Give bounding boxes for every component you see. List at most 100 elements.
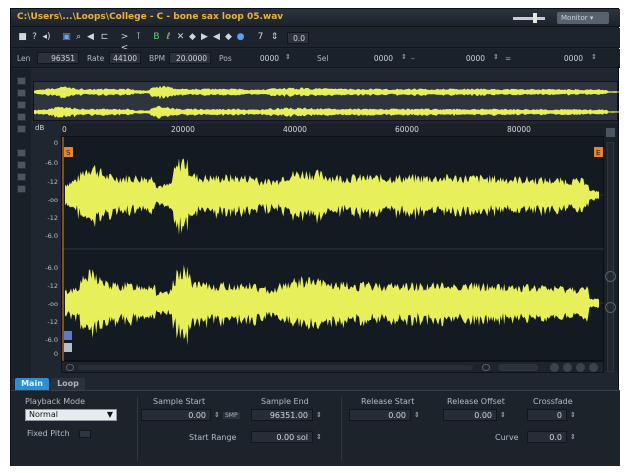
info-icon[interactable]: ● (235, 32, 246, 43)
db-label: -12 (47, 178, 58, 186)
zoom-reset-button[interactable] (606, 128, 615, 137)
sel-length-field[interactable]: 0000 (515, 52, 587, 64)
overview-waveform-top (34, 85, 619, 100)
bpm-field[interactable]: 20.0000 (169, 52, 211, 64)
playback-mode-value: Normal (29, 410, 58, 419)
sel-start-field[interactable]: 0000 (337, 52, 397, 64)
monitor-label: Monitor (561, 14, 588, 22)
horizontal-zoom-slider[interactable] (498, 364, 538, 371)
scroll-left-icon[interactable] (66, 364, 74, 371)
crossfade-spin[interactable]: ⇕ (570, 411, 576, 419)
cursor-icon[interactable]: ⊺ (133, 32, 144, 43)
curve-field[interactable]: 0.0 (527, 431, 567, 443)
tab-loop[interactable]: Loop (51, 378, 85, 390)
monitor-dropdown[interactable]: Monitor ▾ (557, 12, 609, 24)
tab-main[interactable]: Main (15, 378, 49, 390)
speaker-icon[interactable]: ◀ (85, 32, 96, 43)
waveform-channel-left (65, 158, 599, 235)
zoom-icon[interactable]: ⌕ (73, 32, 84, 43)
view-button-1[interactable] (17, 77, 26, 85)
pos-label: Pos (219, 54, 232, 63)
loop-right-icon[interactable]: ▶ (199, 32, 210, 43)
db-axis: 0 -6.0 -12 -oo -12 -6.0 -6.0 -12 -oo -12… (33, 136, 61, 361)
help-icon[interactable]: ? (29, 32, 40, 43)
bold-icon[interactable]: B (151, 32, 162, 43)
sel-label: Sel (317, 54, 329, 63)
playback-mode-select[interactable]: Normal ▼ (25, 409, 117, 421)
scroll-right-icon[interactable] (482, 364, 490, 371)
pos-field[interactable]: 0000 (237, 52, 283, 64)
sel-start-spin[interactable]: ⇕ (401, 53, 407, 61)
zoom-out-h-icon[interactable] (563, 363, 572, 372)
mark-right-icon[interactable]: ◆ (223, 32, 234, 43)
view-button-9[interactable] (17, 185, 26, 193)
counter-spin[interactable]: ⇕ (269, 32, 280, 43)
sample-end-field[interactable]: 96351.00 (251, 409, 313, 421)
sample-start-field[interactable]: 0.00 (141, 409, 211, 421)
release-offset-field[interactable]: 0.00 (443, 409, 497, 421)
volume-slider[interactable] (513, 17, 545, 20)
audition-icon[interactable]: ◂) (41, 32, 52, 43)
release-start-field[interactable]: 0.00 (349, 409, 411, 421)
loop-left-icon[interactable]: ◆ (187, 32, 198, 43)
split-icon[interactable]: >< (119, 32, 130, 53)
overview-waveform-bottom (34, 105, 619, 119)
sample-start-label: Sample Start (153, 397, 206, 406)
zoom-in-icon[interactable] (605, 271, 616, 282)
pos-spin[interactable]: ⇕ (285, 53, 291, 61)
select-icon[interactable]: ▣ (61, 32, 72, 43)
fixed-pitch-toggle[interactable] (79, 430, 91, 438)
horizontal-scrollbar[interactable] (61, 361, 604, 373)
divider (137, 397, 138, 461)
view-button-4[interactable] (17, 113, 26, 121)
chevron-down-icon: ▼ (106, 410, 113, 419)
sampler-window: C:\Users\...\Loops\College - C - bone sa… (10, 8, 620, 466)
zoom-out-icon[interactable] (605, 302, 616, 313)
start-range-label: Start Range (189, 433, 237, 442)
start-marker-label: S (66, 149, 71, 157)
release-start-label: Release Start (361, 397, 415, 406)
start-range-field[interactable]: 0.00 sol (251, 431, 313, 443)
sel-end-field[interactable]: 0000 (421, 52, 489, 64)
loop-marker[interactable] (64, 331, 72, 340)
zoom-fit-icon[interactable] (550, 363, 559, 372)
mark-left-icon[interactable]: ◀ (211, 32, 222, 43)
db-label: -6.0 (45, 232, 58, 240)
zoom-in-h-icon[interactable] (576, 363, 585, 372)
vertical-zoom-scrollbar[interactable] (607, 142, 614, 372)
sel-length-spin[interactable]: ⇕ (591, 53, 597, 61)
divider (341, 397, 342, 461)
sample-start-spin[interactable]: ⇕ (214, 411, 220, 419)
stop-icon[interactable]: ■ (17, 32, 28, 43)
delete-icon[interactable]: ✕ (175, 32, 186, 43)
sel-end-spin[interactable]: ⇕ (493, 53, 499, 61)
volume-slider-knob[interactable] (533, 13, 537, 23)
zoom-field[interactable]: 0.0 (287, 32, 309, 44)
view-button-8[interactable] (17, 173, 26, 181)
ruler-tick: 40000 (283, 125, 307, 134)
view-button-7[interactable] (17, 161, 26, 169)
ruler-tick: 20000 (171, 125, 195, 134)
scroll-thumb[interactable] (78, 365, 473, 370)
waveform-overview[interactable] (33, 81, 619, 121)
curve-spin[interactable]: ⇕ (570, 433, 576, 441)
crossfade-field[interactable]: 0 (527, 409, 567, 421)
db-label: -6.0 (45, 336, 58, 344)
loop-end-marker[interactable] (64, 343, 72, 352)
sample-end-spin[interactable]: ⇕ (316, 411, 322, 419)
edit-icon[interactable]: ℓ (163, 32, 174, 43)
crossfade-label: Crossfade (533, 397, 573, 406)
release-start-spin[interactable]: ⇕ (414, 411, 420, 419)
view-button-6[interactable] (17, 149, 26, 157)
view-button-2[interactable] (17, 89, 26, 97)
waveform-editor[interactable]: S E (61, 136, 605, 362)
release-offset-spin[interactable]: ⇕ (500, 411, 506, 419)
sample-ruler[interactable]: 0 20000 40000 60000 80000 (61, 124, 604, 136)
view-button-5[interactable] (17, 125, 26, 133)
zoom-all-icon[interactable] (589, 363, 598, 372)
view-button-3[interactable] (17, 101, 26, 109)
counter-value: 7 (257, 32, 264, 42)
editor-tabs: Main Loop (15, 378, 215, 390)
start-range-spin[interactable]: ⇕ (316, 433, 322, 441)
trim-icon[interactable]: ⊏ (99, 32, 110, 43)
